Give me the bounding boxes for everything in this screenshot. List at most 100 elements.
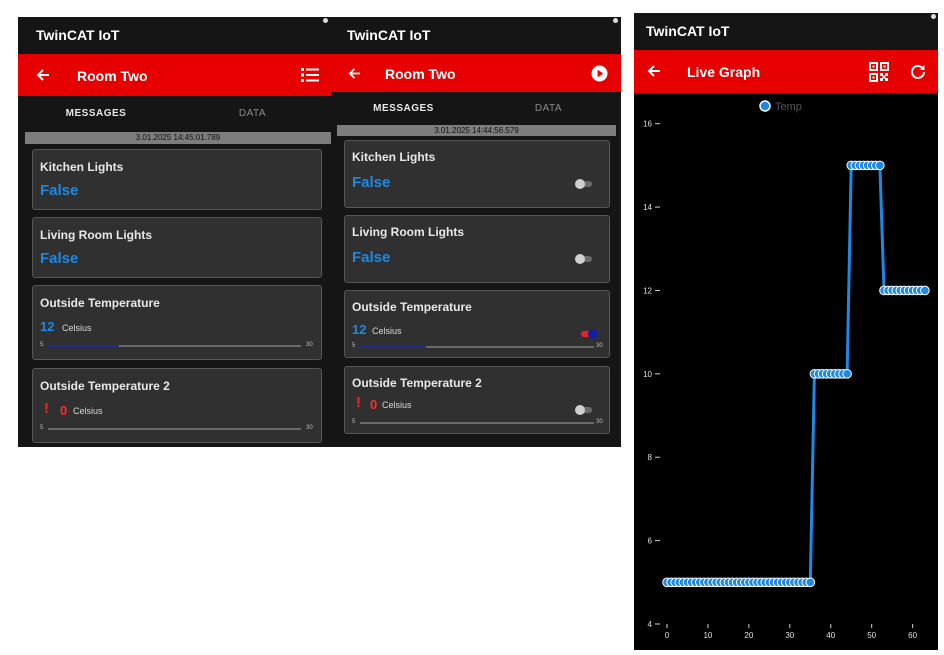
error-icon: !	[44, 400, 49, 417]
toggle-switch[interactable]	[575, 405, 593, 415]
card-kitchen-lights[interactable]: Kitchen Lights False	[344, 140, 610, 208]
tab-messages[interactable]: MESSAGES	[18, 96, 174, 131]
camera-dot	[931, 14, 936, 19]
toggle-switch[interactable]	[575, 179, 593, 189]
card-title: Kitchen Lights	[40, 160, 124, 174]
card-kitchen-lights[interactable]: Kitchen Lights False	[32, 149, 322, 210]
play-button[interactable]	[588, 62, 610, 84]
card-outside-temperature[interactable]: Outside Temperature 12 Celsius 5 30	[32, 285, 322, 360]
card-outside-temperature-2[interactable]: Outside Temperature 2 ! 0 Celsius 5 30	[344, 366, 610, 434]
app-bar: TwinCAT IoT	[634, 13, 938, 50]
list-button[interactable]	[299, 64, 321, 86]
tab-data[interactable]: DATA	[476, 92, 621, 124]
y-tick-label: 12	[643, 286, 652, 295]
tab-data[interactable]: DATA	[174, 96, 331, 131]
card-unit: Celsius	[62, 323, 92, 333]
card-value: 12	[40, 319, 55, 334]
y-tick-label: 16	[643, 120, 652, 129]
legend-label: Temp	[775, 101, 802, 113]
qr-code-button[interactable]	[867, 60, 891, 84]
card-value: False	[352, 249, 391, 266]
card-title: Living Room Lights	[352, 225, 464, 239]
timestamp-bar: 3.01.2025 14:44:56.579	[337, 125, 616, 136]
range-max: 30	[596, 419, 603, 425]
y-tick-label: 6	[648, 537, 653, 546]
y-tick-label: 14	[643, 203, 652, 212]
refresh-button[interactable]	[906, 60, 930, 84]
refresh-icon	[911, 65, 925, 79]
range-fill	[48, 345, 119, 347]
card-outside-temperature-2[interactable]: Outside Temperature 2 ! 0 Celsius 5 30	[32, 368, 322, 443]
range-max: 30	[306, 342, 313, 348]
x-tick-label: 60	[908, 631, 917, 640]
app-bar: TwinCAT IoT	[18, 17, 331, 54]
card-living-room-lights[interactable]: Living Room Lights False	[344, 215, 610, 283]
toggle-switch[interactable]	[575, 254, 593, 264]
error-icon: !	[356, 394, 361, 411]
x-tick-label: 50	[867, 631, 876, 640]
data-point	[805, 577, 816, 588]
card-unit: Celsius	[372, 326, 402, 336]
app-bar: TwinCAT IoT	[331, 17, 621, 54]
x-tick-label: 20	[744, 631, 753, 640]
tab-messages[interactable]: MESSAGES	[331, 92, 476, 124]
toolbar: Live Graph	[634, 50, 938, 93]
range-max: 30	[596, 343, 603, 349]
x-tick-label: 10	[703, 631, 712, 640]
card-value: 12	[352, 322, 367, 337]
toolbar-title: Room Two	[385, 66, 456, 82]
toggle-switch[interactable]	[580, 329, 598, 339]
y-tick-label: 4	[648, 620, 653, 629]
card-title: Living Room Lights	[40, 228, 152, 242]
card-title: Outside Temperature	[352, 300, 472, 314]
card-value: 0	[370, 397, 378, 412]
camera-dot	[323, 18, 328, 23]
range-min: 5	[40, 342, 44, 348]
arrow-left-icon	[647, 65, 660, 77]
range-track	[360, 346, 594, 348]
play-icon	[590, 64, 608, 82]
live-graph-chart: Temp 4 6 8 10 12 14 16 0 10 20 30 40 50 60	[643, 100, 930, 640]
arrow-left-icon	[36, 69, 49, 81]
range-min: 5	[352, 419, 356, 425]
card-outside-temperature[interactable]: Outside Temperature 12 Celsius 5 30	[344, 290, 610, 358]
data-point	[875, 160, 885, 171]
camera-dot	[613, 18, 618, 23]
x-tick-label: 30	[785, 631, 794, 640]
range-track	[360, 422, 594, 424]
card-unit: Celsius	[73, 406, 103, 416]
y-tick-label: 10	[643, 370, 652, 379]
back-button[interactable]	[343, 62, 365, 84]
list-icon	[301, 68, 319, 82]
arrow-left-icon	[348, 67, 360, 79]
y-tick-label: 8	[648, 453, 653, 462]
tab-bar: MESSAGES DATA	[18, 96, 331, 131]
legend-marker	[759, 100, 771, 112]
card-value: False	[352, 174, 391, 191]
toolbar: Room Two	[331, 54, 621, 92]
screen-live-graph: TwinCAT IoT Live Graph Temp 4 6 8 10 12 …	[634, 13, 938, 650]
card-value: False	[40, 182, 79, 199]
screen-room-two-controls: TwinCAT IoT Room Two MESSAGES DATA 3.01.…	[331, 17, 621, 447]
toolbar-title: Live Graph	[687, 64, 761, 80]
tab-bar: MESSAGES DATA	[331, 92, 621, 124]
series-line-temp	[667, 163, 925, 584]
card-title: Outside Temperature	[40, 296, 160, 310]
card-title: Outside Temperature 2	[40, 379, 170, 393]
range-track	[48, 345, 301, 347]
screen-room-two-list: TwinCAT IoT Room Two MESSAGES DATA 3.01.…	[18, 17, 331, 447]
range-track	[48, 428, 301, 430]
back-button[interactable]	[643, 60, 665, 82]
data-point	[842, 369, 852, 379]
app-title: TwinCAT IoT	[36, 27, 120, 43]
toolbar-title: Room Two	[77, 68, 148, 84]
card-unit: Celsius	[382, 400, 412, 410]
card-living-room-lights[interactable]: Living Room Lights False	[32, 217, 322, 278]
range-min: 5	[40, 425, 44, 431]
back-button[interactable]	[32, 64, 54, 86]
qr-code-icon	[869, 62, 889, 82]
toolbar: Room Two	[18, 54, 331, 96]
data-point	[920, 285, 930, 296]
app-title: TwinCAT IoT	[646, 23, 730, 39]
app-title: TwinCAT IoT	[347, 27, 431, 43]
